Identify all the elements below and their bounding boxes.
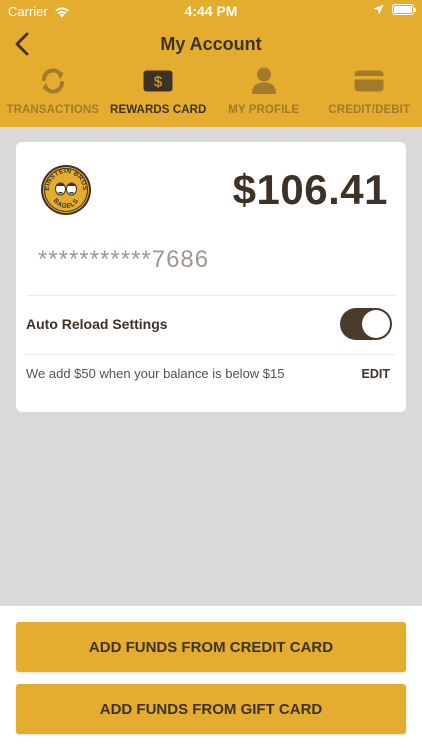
tab-label: TRANSACTIONS [6,104,100,116]
add-funds-gift-card-button[interactable]: ADD FUNDS FROM GIFT CARD [16,684,406,734]
tab-bar: TRANSACTIONS $ REWARDS CARD MY PROFILE C… [0,64,422,122]
battery-icon [392,4,416,15]
app-header: Carrier 4:44 PM My Account TRANSACTIONS … [0,0,422,127]
bottom-action-panel: ADD FUNDS FROM CREDIT CARD ADD FUNDS FRO… [0,606,422,750]
tab-my-profile[interactable]: MY PROFILE [211,64,317,122]
tab-label: CREDIT/DEBIT [328,104,411,116]
tab-rewards-card[interactable]: $ REWARDS CARD [106,64,212,122]
edit-auto-reload-button[interactable]: EDIT [362,367,390,381]
rewards-card-panel: EINSTEIN BROS BAGELS $106.41 ***********… [16,142,406,412]
auto-reload-toggle[interactable] [340,308,392,340]
location-arrow-icon [373,4,384,15]
tab-transactions[interactable]: TRANSACTIONS [0,64,106,122]
einstein-bros-logo: EINSTEIN BROS BAGELS [41,165,91,215]
toggle-knob [362,310,390,338]
tab-label: MY PROFILE [228,104,300,116]
auto-reload-label: Auto Reload Settings [26,316,168,332]
dollar-card-icon: $ [143,70,173,92]
person-icon [251,67,276,94]
status-time: 4:44 PM [184,3,238,19]
nav-bar: My Account [0,24,422,64]
divider [26,354,396,355]
status-bar: Carrier 4:44 PM [0,0,422,22]
refresh-icon [41,68,64,94]
reload-description: We add $50 when your balance is below $1… [26,366,285,381]
credit-card-icon [354,70,384,92]
status-right [373,4,416,15]
divider [26,295,396,296]
add-funds-credit-card-button[interactable]: ADD FUNDS FROM CREDIT CARD [16,622,406,672]
card-balance: $106.41 [232,166,388,213]
tab-label: REWARDS CARD [110,104,207,116]
tab-credit-debit[interactable]: CREDIT/DEBIT [317,64,422,122]
masked-card-number: ***********7686 [38,246,210,273]
page-title: My Account [160,34,262,54]
svg-text:$: $ [154,74,163,91]
